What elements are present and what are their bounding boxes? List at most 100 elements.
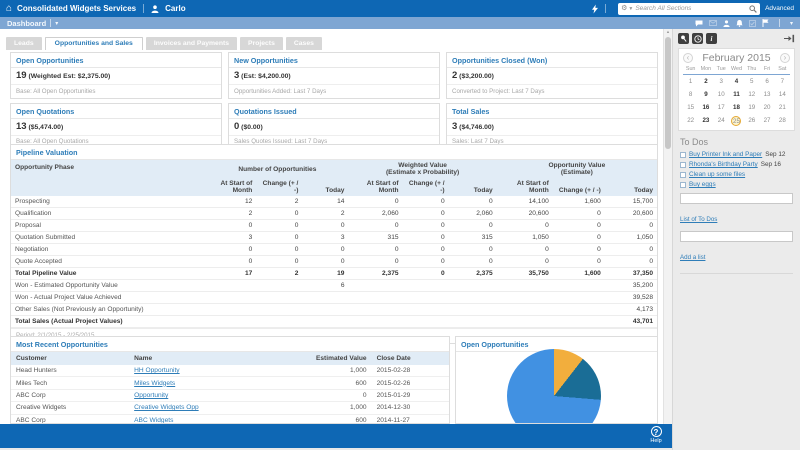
value-cell: 0 [348,196,402,208]
calendar-date-18[interactable]: 18 [729,104,744,113]
todo-checkbox[interactable] [680,172,686,178]
estimated-value-cell: 1,000 [282,402,372,414]
kpi-card-title[interactable]: Quotations Issued [229,104,439,119]
value-cell: 0 [348,256,402,268]
opportunity-link[interactable]: HH Opportunity [134,367,179,374]
kpi-card-total-sales: Total Sales3 ($4,746.00)Sales: Last 7 Da… [446,103,658,150]
calendar-date-2[interactable]: 2 [698,78,713,87]
search-options-icon[interactable]: ⚙ [621,5,627,12]
quick-actions-icon[interactable] [592,4,598,14]
kpi-card-title[interactable]: Opportunities Closed (Won) [447,53,657,68]
info-icon[interactable]: i [706,33,717,44]
search-icon[interactable] [749,5,757,13]
calendar-date-16[interactable]: 16 [698,104,713,113]
todo-checkbox[interactable] [680,182,686,188]
calendar-date-20[interactable]: 20 [759,104,774,113]
new-todo-input[interactable] [680,193,793,204]
calendar-date-19[interactable]: 19 [744,104,759,113]
calendar-date-11[interactable]: 11 [729,91,744,100]
tab-projects[interactable]: Projects [240,37,283,50]
chevron-down-icon[interactable]: ▾ [55,20,58,27]
calendar-prev-icon[interactable]: ‹ [683,53,693,63]
calendar-date-26[interactable]: 26 [744,117,759,126]
chat-icon[interactable] [695,20,703,27]
kpi-card-title[interactable]: Total Sales [447,104,657,119]
calendar-date-10[interactable]: 10 [714,91,729,100]
list-of-todos-link[interactable]: List of To Dos [680,216,717,223]
tab-leads[interactable]: Leads [6,37,42,50]
calendar-date-13[interactable]: 13 [759,91,774,100]
calendar-date-9[interactable]: 9 [698,91,713,100]
value-cell: 0 [348,220,402,232]
right-sidebar: i ‹ February 2015 › SunMonTueWedThuFriSa… [672,29,800,450]
calendar-date-4[interactable]: 4 [729,78,744,87]
main-scrollbar[interactable]: ▲ [663,29,672,424]
group-line2: (Estimate x Probability) [352,169,492,176]
open-opportunities-pie-chart[interactable] [507,349,601,424]
calendar-date-14[interactable]: 14 [775,91,790,100]
opportunity-link[interactable]: Creative Widgets Opp [134,404,199,411]
phase-cell: Total Pipeline Value [11,268,206,280]
pipeline-group-header-opportunity-value: Opportunity Value(Estimate) [497,160,657,178]
clock-icon[interactable] [692,33,703,44]
calendar-date-28[interactable]: 28 [775,117,790,126]
calendar-date-5[interactable]: 5 [744,78,759,87]
home-icon[interactable]: ⌂ [6,4,12,14]
calendar-date-8[interactable]: 8 [683,91,698,100]
contacts-icon[interactable] [723,20,730,27]
value-cell: 0 [497,256,553,268]
calendar-date-27[interactable]: 27 [759,117,774,126]
opportunity-link[interactable]: ABC Widgets [134,417,173,424]
tab-invoices-and-payments[interactable]: Invoices and Payments [146,37,237,50]
kpi-card-title[interactable]: Open Opportunities [11,53,221,68]
pipeline-subheader-today: Today [302,178,348,196]
notifications-bell-icon[interactable] [736,20,743,27]
help-button[interactable]: ? Help [643,426,669,444]
calendar-date-21[interactable]: 21 [775,104,790,113]
todo-link[interactable]: Buy eggs [689,181,716,188]
calendar-date-1[interactable]: 1 [683,78,698,87]
todo-link[interactable]: Clean up some files [689,171,745,178]
advanced-search-link[interactable]: Advanced [765,5,794,12]
collapse-panel-icon[interactable] [784,34,795,43]
scrollbar-thumb[interactable] [665,37,671,149]
estimated-value-cell: 600 [282,377,372,389]
calendar-date-6[interactable]: 6 [759,78,774,87]
calendar-date-15[interactable]: 15 [683,104,698,113]
chevron-down-icon[interactable]: ▾ [790,20,793,27]
search-input[interactable] [635,5,749,12]
calendar-date-22[interactable]: 22 [683,117,698,126]
todo-link[interactable]: Rhonda's Birthday Party [689,161,758,168]
todo-link[interactable]: Buy Printer Ink and Paper [689,151,762,158]
calendar-date-7[interactable]: 7 [775,78,790,87]
value-cell [553,304,605,316]
opportunity-link[interactable]: Opportunity [134,392,168,399]
scroll-up-icon[interactable]: ▲ [664,29,672,35]
calendar-next-icon[interactable]: › [780,53,790,63]
calendar-date-17[interactable]: 17 [714,104,729,113]
flag-icon[interactable] [762,19,769,27]
tab-opportunities-and-sales[interactable]: Opportunities and Sales [45,37,143,50]
calendar-date-25[interactable]: 25 [729,117,744,126]
calendar-date-24[interactable]: 24 [714,117,729,126]
todo-checkbox[interactable] [680,152,686,158]
calendar-date-3[interactable]: 3 [714,78,729,87]
todo-list-input[interactable] [680,231,793,242]
opportunity-link[interactable]: Miles Widgets [134,380,175,387]
tasks-icon[interactable] [749,20,756,27]
kpi-card-title[interactable]: New Opportunities [229,53,439,68]
current-user-menu[interactable]: Carlo [165,4,185,13]
view-selector[interactable]: Dashboard [7,19,46,28]
add-a-list-link[interactable]: Add a list [680,254,705,261]
pipeline-subheader-at-start-of-month: At Start of Month [348,178,402,196]
mail-icon[interactable] [709,20,717,26]
pipeline-row-proposal: Proposal000000000 [11,220,657,232]
pin-icon[interactable] [678,33,689,44]
recent-header-name: Name [129,352,282,365]
calendar-date-12[interactable]: 12 [744,91,759,100]
kpi-card-title[interactable]: Open Quotations [11,104,221,119]
tab-cases[interactable]: Cases [286,37,322,50]
search-scope-caret-icon[interactable]: ▼ [628,6,633,12]
todo-checkbox[interactable] [680,162,686,168]
calendar-date-23[interactable]: 23 [698,117,713,126]
